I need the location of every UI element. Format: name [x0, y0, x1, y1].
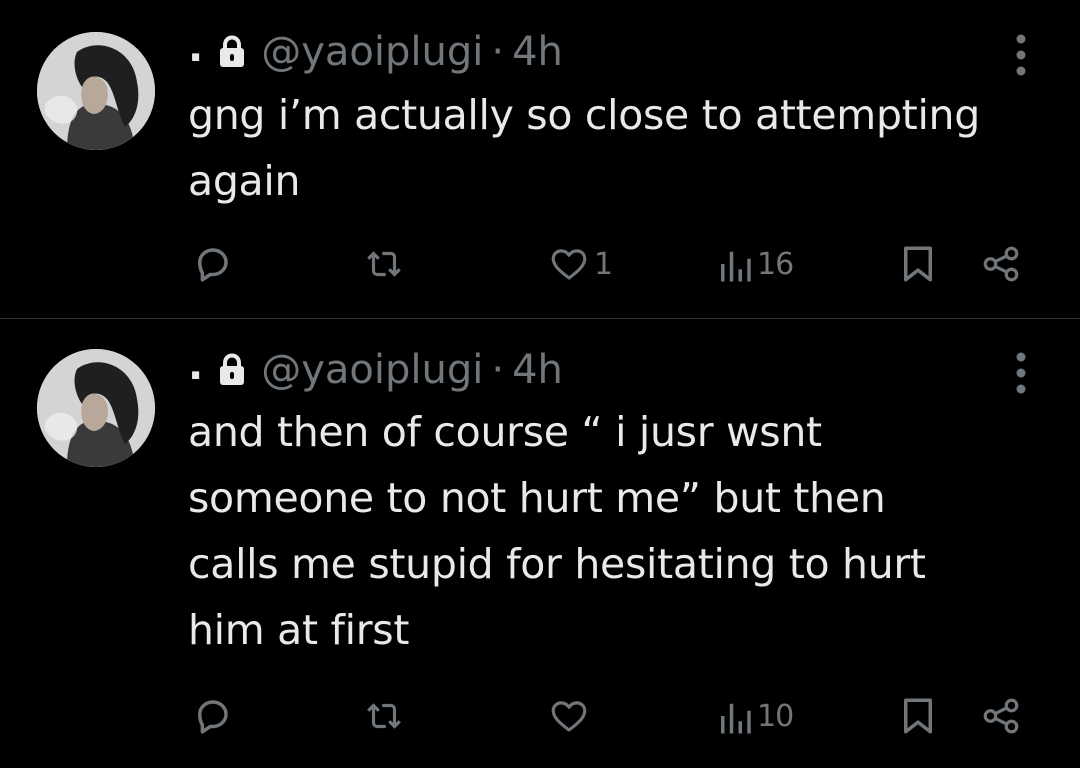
- timestamp[interactable]: 4h: [512, 29, 563, 75]
- views-button[interactable]: 10: [717, 688, 794, 744]
- retweet-button[interactable]: [363, 688, 405, 744]
- action-bar: 1 16: [0, 236, 1080, 292]
- handle[interactable]: @yaoiplugi: [261, 29, 483, 75]
- views-icon: [721, 251, 751, 282]
- reply-button[interactable]: [191, 236, 233, 292]
- bookmark-icon: [904, 246, 932, 282]
- tweet[interactable]: . @yaoiplugi · 4h and then of course “ i…: [0, 319, 1080, 768]
- share-button[interactable]: [980, 236, 1022, 292]
- bookmark-button[interactable]: [900, 688, 936, 744]
- like-count: 1: [594, 246, 613, 282]
- timestamp[interactable]: 4h: [512, 347, 563, 393]
- display-name[interactable]: .: [188, 343, 203, 389]
- tweet-text: and then of course “ i jusr wsnt someone…: [188, 408, 926, 654]
- bookmark-button[interactable]: [900, 236, 936, 292]
- views-icon: [721, 703, 751, 734]
- more-icon[interactable]: [1008, 348, 1034, 398]
- tweet-header: . @yaoiplugi · 4h: [188, 25, 563, 77]
- bookmark-icon: [904, 698, 932, 734]
- avatar[interactable]: [37, 32, 155, 150]
- share-button[interactable]: [980, 688, 1022, 744]
- retweet-button[interactable]: [363, 236, 405, 292]
- tweet[interactable]: . @yaoiplugi · 4h gng i’m actually so cl…: [0, 0, 1080, 318]
- lock-icon: [217, 35, 247, 69]
- reply-icon: [198, 700, 228, 734]
- avatar[interactable]: [37, 349, 155, 467]
- like-icon: [551, 249, 587, 280]
- like-icon: [551, 701, 587, 732]
- handle[interactable]: @yaoiplugi: [261, 347, 483, 393]
- reply-icon: [198, 248, 228, 282]
- display-name[interactable]: .: [188, 25, 203, 71]
- view-count: 16: [757, 246, 794, 282]
- action-bar: 10: [0, 688, 1080, 744]
- reply-button[interactable]: [191, 688, 233, 744]
- separator: ·: [491, 347, 505, 393]
- retweet-icon: [367, 251, 401, 277]
- share-icon: [983, 698, 1019, 734]
- retweet-icon: [367, 703, 401, 729]
- tweet-text: gng i’m actually so close to attempting …: [188, 91, 980, 205]
- more-icon[interactable]: [1008, 30, 1034, 80]
- share-icon: [983, 246, 1019, 282]
- like-button[interactable]: [548, 688, 594, 744]
- like-button[interactable]: 1: [548, 236, 613, 292]
- view-count: 10: [757, 698, 794, 734]
- views-button[interactable]: 16: [717, 236, 794, 292]
- tweet-header: . @yaoiplugi · 4h: [188, 343, 563, 395]
- separator: ·: [491, 29, 505, 75]
- lock-icon: [217, 353, 247, 387]
